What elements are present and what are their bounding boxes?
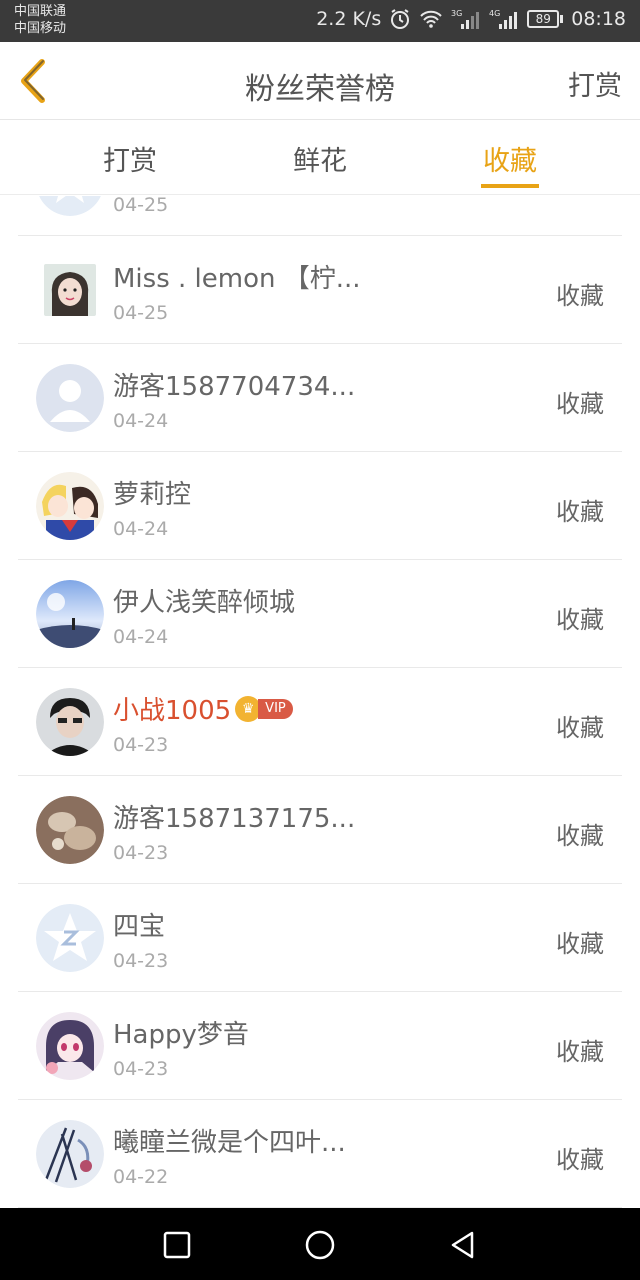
square-icon	[163, 1231, 191, 1259]
list-item[interactable]: 曦瞳兰微是个四叶... 04-22 收藏	[18, 1100, 622, 1208]
favorite-label: 收藏	[556, 606, 604, 634]
status-bar: 中国联通 中国移动 2.2 K/s 3G 4G 89 08:18	[0, 0, 640, 42]
avatar	[36, 472, 104, 540]
list-item[interactable]: 游客1587704734... 04-24 收藏	[18, 344, 622, 452]
favorite-label: 收藏	[556, 1146, 604, 1174]
vip-user-name: 小战1005	[113, 696, 232, 726]
header: 粉丝荣誉榜 打赏	[0, 42, 640, 120]
page-title: 粉丝荣誉榜	[245, 72, 395, 107]
user-name: 小战1005 ♛ VIP	[113, 690, 293, 727]
avatar	[36, 904, 104, 972]
list-item[interactable]: 游客1587137175... 04-23 收藏	[18, 776, 622, 884]
user-name: 游客1587704734...	[113, 372, 356, 402]
net-label-2: 4G	[489, 9, 500, 18]
triangle-back-icon	[451, 1231, 474, 1259]
favorite-label: 收藏	[556, 930, 604, 958]
list-item[interactable]: 04-25	[18, 196, 622, 236]
system-nav-bar	[0, 1208, 640, 1280]
date: 04-25	[113, 196, 169, 216]
date: 04-23	[113, 1058, 169, 1080]
list-item[interactable]: Miss . lemon 【柠... 04-25 收藏	[18, 236, 622, 344]
list-item[interactable]: 小战1005 ♛ VIP 04-23 收藏	[18, 668, 622, 776]
vip-badge: ♛ VIP	[235, 695, 293, 722]
vip-label: VIP	[258, 698, 293, 719]
list-item[interactable]: 伊人浅笑醉倾城 04-24 收藏	[18, 560, 622, 668]
recent-apps-button[interactable]	[160, 1228, 194, 1262]
user-name: Miss . lemon 【柠...	[113, 264, 361, 294]
back-nav-button[interactable]	[446, 1228, 480, 1262]
avatar	[36, 364, 104, 432]
date: 04-25	[113, 302, 169, 324]
user-name: 四宝	[113, 912, 166, 942]
network-speed: 2.2 K/s	[316, 8, 382, 30]
home-button[interactable]	[303, 1228, 337, 1262]
date: 04-24	[113, 518, 169, 540]
list-item[interactable]: Happy梦音 04-23 收藏	[18, 992, 622, 1100]
user-name: 游客1587137175...	[113, 804, 356, 834]
favorite-label: 收藏	[556, 1038, 604, 1066]
tab-bar: 打赏 鲜花 收藏	[0, 121, 640, 195]
date: 04-24	[113, 410, 169, 432]
tab-reward[interactable]: 打赏	[70, 139, 190, 178]
date: 04-24	[113, 626, 169, 648]
date: 04-23	[113, 950, 169, 972]
avatar	[36, 688, 104, 756]
active-tab-indicator	[481, 184, 539, 188]
avatar	[36, 1120, 104, 1188]
favorite-label: 收藏	[556, 390, 604, 418]
list-item[interactable]: 萝莉控 04-24 收藏	[18, 452, 622, 560]
alarm-icon	[389, 8, 411, 30]
avatar	[36, 1012, 104, 1080]
user-name: Happy梦音	[113, 1020, 249, 1050]
favorite-label: 收藏	[556, 714, 604, 742]
list-item[interactable]: 四宝 04-23 收藏	[18, 884, 622, 992]
clock: 08:18	[571, 8, 626, 30]
favorite-label: 收藏	[556, 498, 604, 526]
avatar	[36, 580, 104, 648]
date: 04-23	[113, 734, 169, 756]
carrier-info: 中国联通 中国移动	[14, 3, 66, 37]
wifi-icon	[419, 9, 443, 29]
carrier-2: 中国移动	[14, 21, 67, 36]
avatar	[36, 796, 104, 864]
avatar	[44, 264, 96, 316]
signal-3g-icon: 3G	[451, 8, 481, 30]
favorite-label: 收藏	[556, 282, 604, 310]
avatar	[36, 196, 104, 216]
user-name: 伊人浅笑醉倾城	[113, 588, 296, 618]
fan-list: 04-25 Miss . lemon 【柠... 04-25 收藏 游客1587…	[0, 196, 640, 1208]
date: 04-23	[113, 842, 169, 864]
date: 04-22	[113, 1166, 169, 1188]
reward-button[interactable]: 打赏	[568, 64, 622, 103]
signal-4g-icon: 4G	[489, 8, 519, 30]
user-name: 萝莉控	[113, 480, 192, 510]
carrier-1: 中国联通	[14, 4, 67, 19]
battery-level: 89	[527, 10, 560, 28]
status-indicators: 2.2 K/s 3G 4G 89 08:18	[316, 8, 626, 30]
tab-flowers[interactable]: 鲜花	[260, 139, 380, 178]
battery-icon: 89	[527, 10, 564, 28]
favorite-label: 收藏	[556, 822, 604, 850]
circle-icon	[305, 1230, 335, 1260]
user-name: 曦瞳兰微是个四叶...	[113, 1128, 346, 1158]
tab-favorites[interactable]: 收藏	[450, 139, 570, 178]
net-label-1: 3G	[451, 9, 462, 18]
